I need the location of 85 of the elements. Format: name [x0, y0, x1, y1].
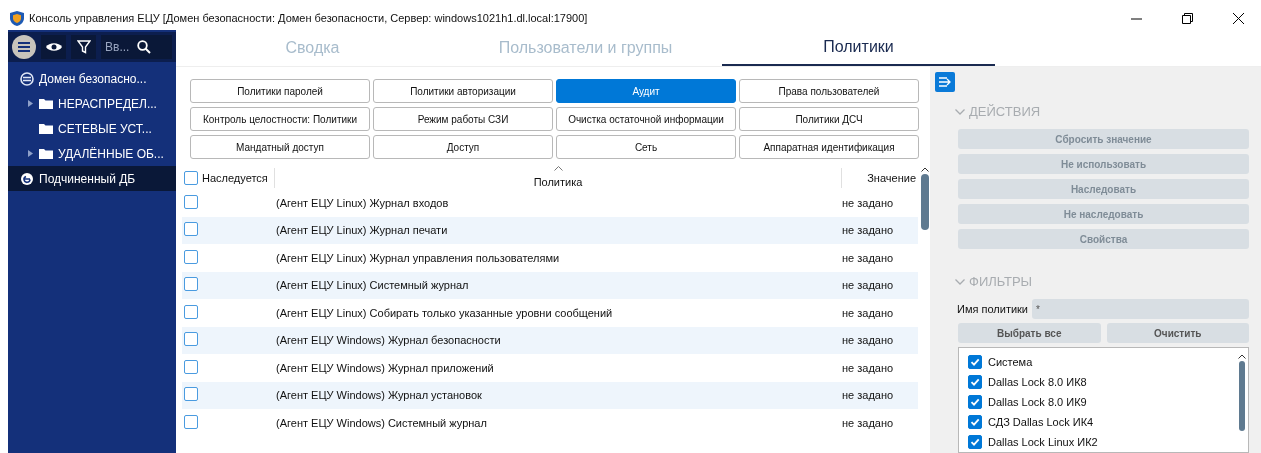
- category-button[interactable]: Аудит: [556, 79, 736, 103]
- inherit-checkbox[interactable]: [184, 194, 198, 209]
- inherit-checkbox[interactable]: [184, 414, 198, 429]
- checkbox-label: Dallas Lock 8.0 ИК8: [988, 376, 1087, 388]
- checkbox-label: СДЗ Dallas Lock ИК4: [988, 416, 1094, 428]
- field-label: Имя политики: [957, 303, 1029, 315]
- value-cell: не задано: [842, 251, 894, 264]
- restore-icon[interactable]: [1181, 12, 1193, 24]
- category-button[interactable]: Политики ДСЧ: [739, 107, 919, 131]
- policy-cell: (Агент ЕЦУ Windows) Журнал безопасности: [276, 334, 501, 347]
- section-title: ФИЛЬТРЫ: [969, 274, 1033, 289]
- checkbox[interactable]: [968, 415, 982, 429]
- value-cell: не задано: [842, 196, 894, 209]
- category-button[interactable]: Аппаратная идентификация: [739, 135, 919, 159]
- inherit-checkbox[interactable]: [184, 222, 198, 237]
- value-cell: не задано: [842, 306, 894, 319]
- subdomain-icon: [20, 171, 34, 186]
- folder-icon: [39, 98, 53, 109]
- expand-arrow-icon[interactable]: [28, 150, 33, 157]
- folder-icon: [39, 123, 53, 134]
- policy-cell: (Агент ЕЦУ Linux) Журнал управления пользователями: [276, 251, 560, 264]
- category-button[interactable]: Режим работы СЗИ: [373, 107, 553, 131]
- value-cell: не задано: [842, 361, 894, 374]
- filter-button[interactable]: Выбрать все: [958, 323, 1101, 343]
- value-cell: не задано: [842, 279, 894, 292]
- inherit-checkbox[interactable]: [184, 277, 198, 292]
- column-header[interactable]: Наследуется: [202, 172, 268, 184]
- close-icon[interactable]: [1232, 12, 1244, 24]
- checkbox[interactable]: [968, 355, 982, 369]
- inherit-checkbox[interactable]: [184, 249, 198, 264]
- eye-icon[interactable]: [45, 42, 62, 52]
- policy-name-field[interactable]: *: [1032, 299, 1249, 319]
- window-title: Консоль управления ЕЦУ [Домен безопасности: Домен безопасности, Сервер: windows1021h1.dl.local:17900]: [29, 12, 589, 24]
- checkbox-label: Dallas Lock 8.0 ИК9: [988, 396, 1087, 408]
- filter-button[interactable]: [71, 35, 96, 59]
- policy-cell: (Агент ЕЦУ Windows) Системный журнал: [276, 416, 487, 429]
- value-cell: не задано: [842, 334, 894, 347]
- inherit-checkbox[interactable]: [184, 387, 198, 402]
- tree-item[interactable]: УДАЛЁННЫЕ ОБ...: [8, 141, 176, 166]
- policy-cell: (Агент ЕЦУ Linux) Системный журнал: [276, 279, 469, 292]
- category-button[interactable]: Политики авторизации: [373, 79, 553, 103]
- category-button[interactable]: Мандатный доступ: [190, 135, 370, 159]
- category-button[interactable]: Очистка остаточной информации: [556, 107, 736, 131]
- checkbox-label: Система: [988, 356, 1033, 368]
- filter-icon[interactable]: [76, 40, 91, 54]
- policy-cell: (Агент ЕЦУ Linux) Журнал печати: [276, 224, 448, 237]
- section-title: ДЕЙСТВИЯ: [969, 104, 1041, 119]
- checkbox[interactable]: [968, 395, 982, 409]
- column-header[interactable]: Значение: [867, 172, 916, 184]
- checkbox[interactable]: [968, 435, 982, 449]
- value-cell: не задано: [842, 389, 894, 402]
- menu-icon[interactable]: [17, 41, 31, 53]
- tree-item[interactable]: Подчиненный ДБ: [8, 166, 176, 191]
- scroll-up-icon[interactable]: [1238, 354, 1246, 359]
- checkbox[interactable]: [968, 375, 982, 389]
- sort-caret-icon: [554, 166, 563, 171]
- checkbox-label: Dallas Lock Linux ИК2: [988, 436, 1098, 448]
- value-cell: не задано: [842, 416, 894, 429]
- tree-item[interactable]: СЕТЕВЫЕ УСТ...: [8, 116, 176, 141]
- column-header[interactable]: Политика: [533, 176, 583, 188]
- eye-button[interactable]: [41, 35, 66, 59]
- value-cell: не задано: [842, 224, 894, 237]
- category-button[interactable]: Права пользователей: [739, 79, 919, 103]
- inherit-checkbox[interactable]: [184, 359, 198, 374]
- category-button[interactable]: Контроль целостности: Политики: [190, 107, 370, 131]
- scroll-up-icon[interactable]: [921, 167, 929, 172]
- policy-cell: (Агент ЕЦУ Windows) Журнал приложений: [276, 361, 494, 374]
- inherit-checkbox[interactable]: [184, 332, 198, 347]
- expand-arrow-icon[interactable]: [28, 100, 33, 107]
- policy-cell: (Агент ЕЦУ Linux) Журнал входов: [276, 196, 449, 209]
- folder-icon: [39, 148, 53, 159]
- filter-button[interactable]: Очистить: [1106, 323, 1249, 343]
- select-all-checkbox[interactable]: [184, 171, 198, 185]
- inherit-checkbox[interactable]: [184, 304, 198, 319]
- shield-icon: [10, 10, 24, 26]
- category-button[interactable]: Сеть: [556, 135, 736, 159]
- tree-item[interactable]: Домен безопасно...: [8, 66, 176, 91]
- category-button[interactable]: Доступ: [373, 135, 553, 159]
- menu-button[interactable]: [12, 35, 36, 59]
- category-button[interactable]: Политики паролей: [190, 79, 370, 103]
- search-icon[interactable]: [137, 40, 151, 54]
- tree-item[interactable]: НЕРАСПРЕДЕЛ...: [8, 91, 176, 116]
- policy-cell: (Агент ЕЦУ Windows) Журнал установок: [276, 389, 482, 402]
- policy-cell: (Агент ЕЦУ Linux) Собирать только указанные уровни сообщений: [276, 306, 613, 319]
- domain-icon: [20, 71, 34, 86]
